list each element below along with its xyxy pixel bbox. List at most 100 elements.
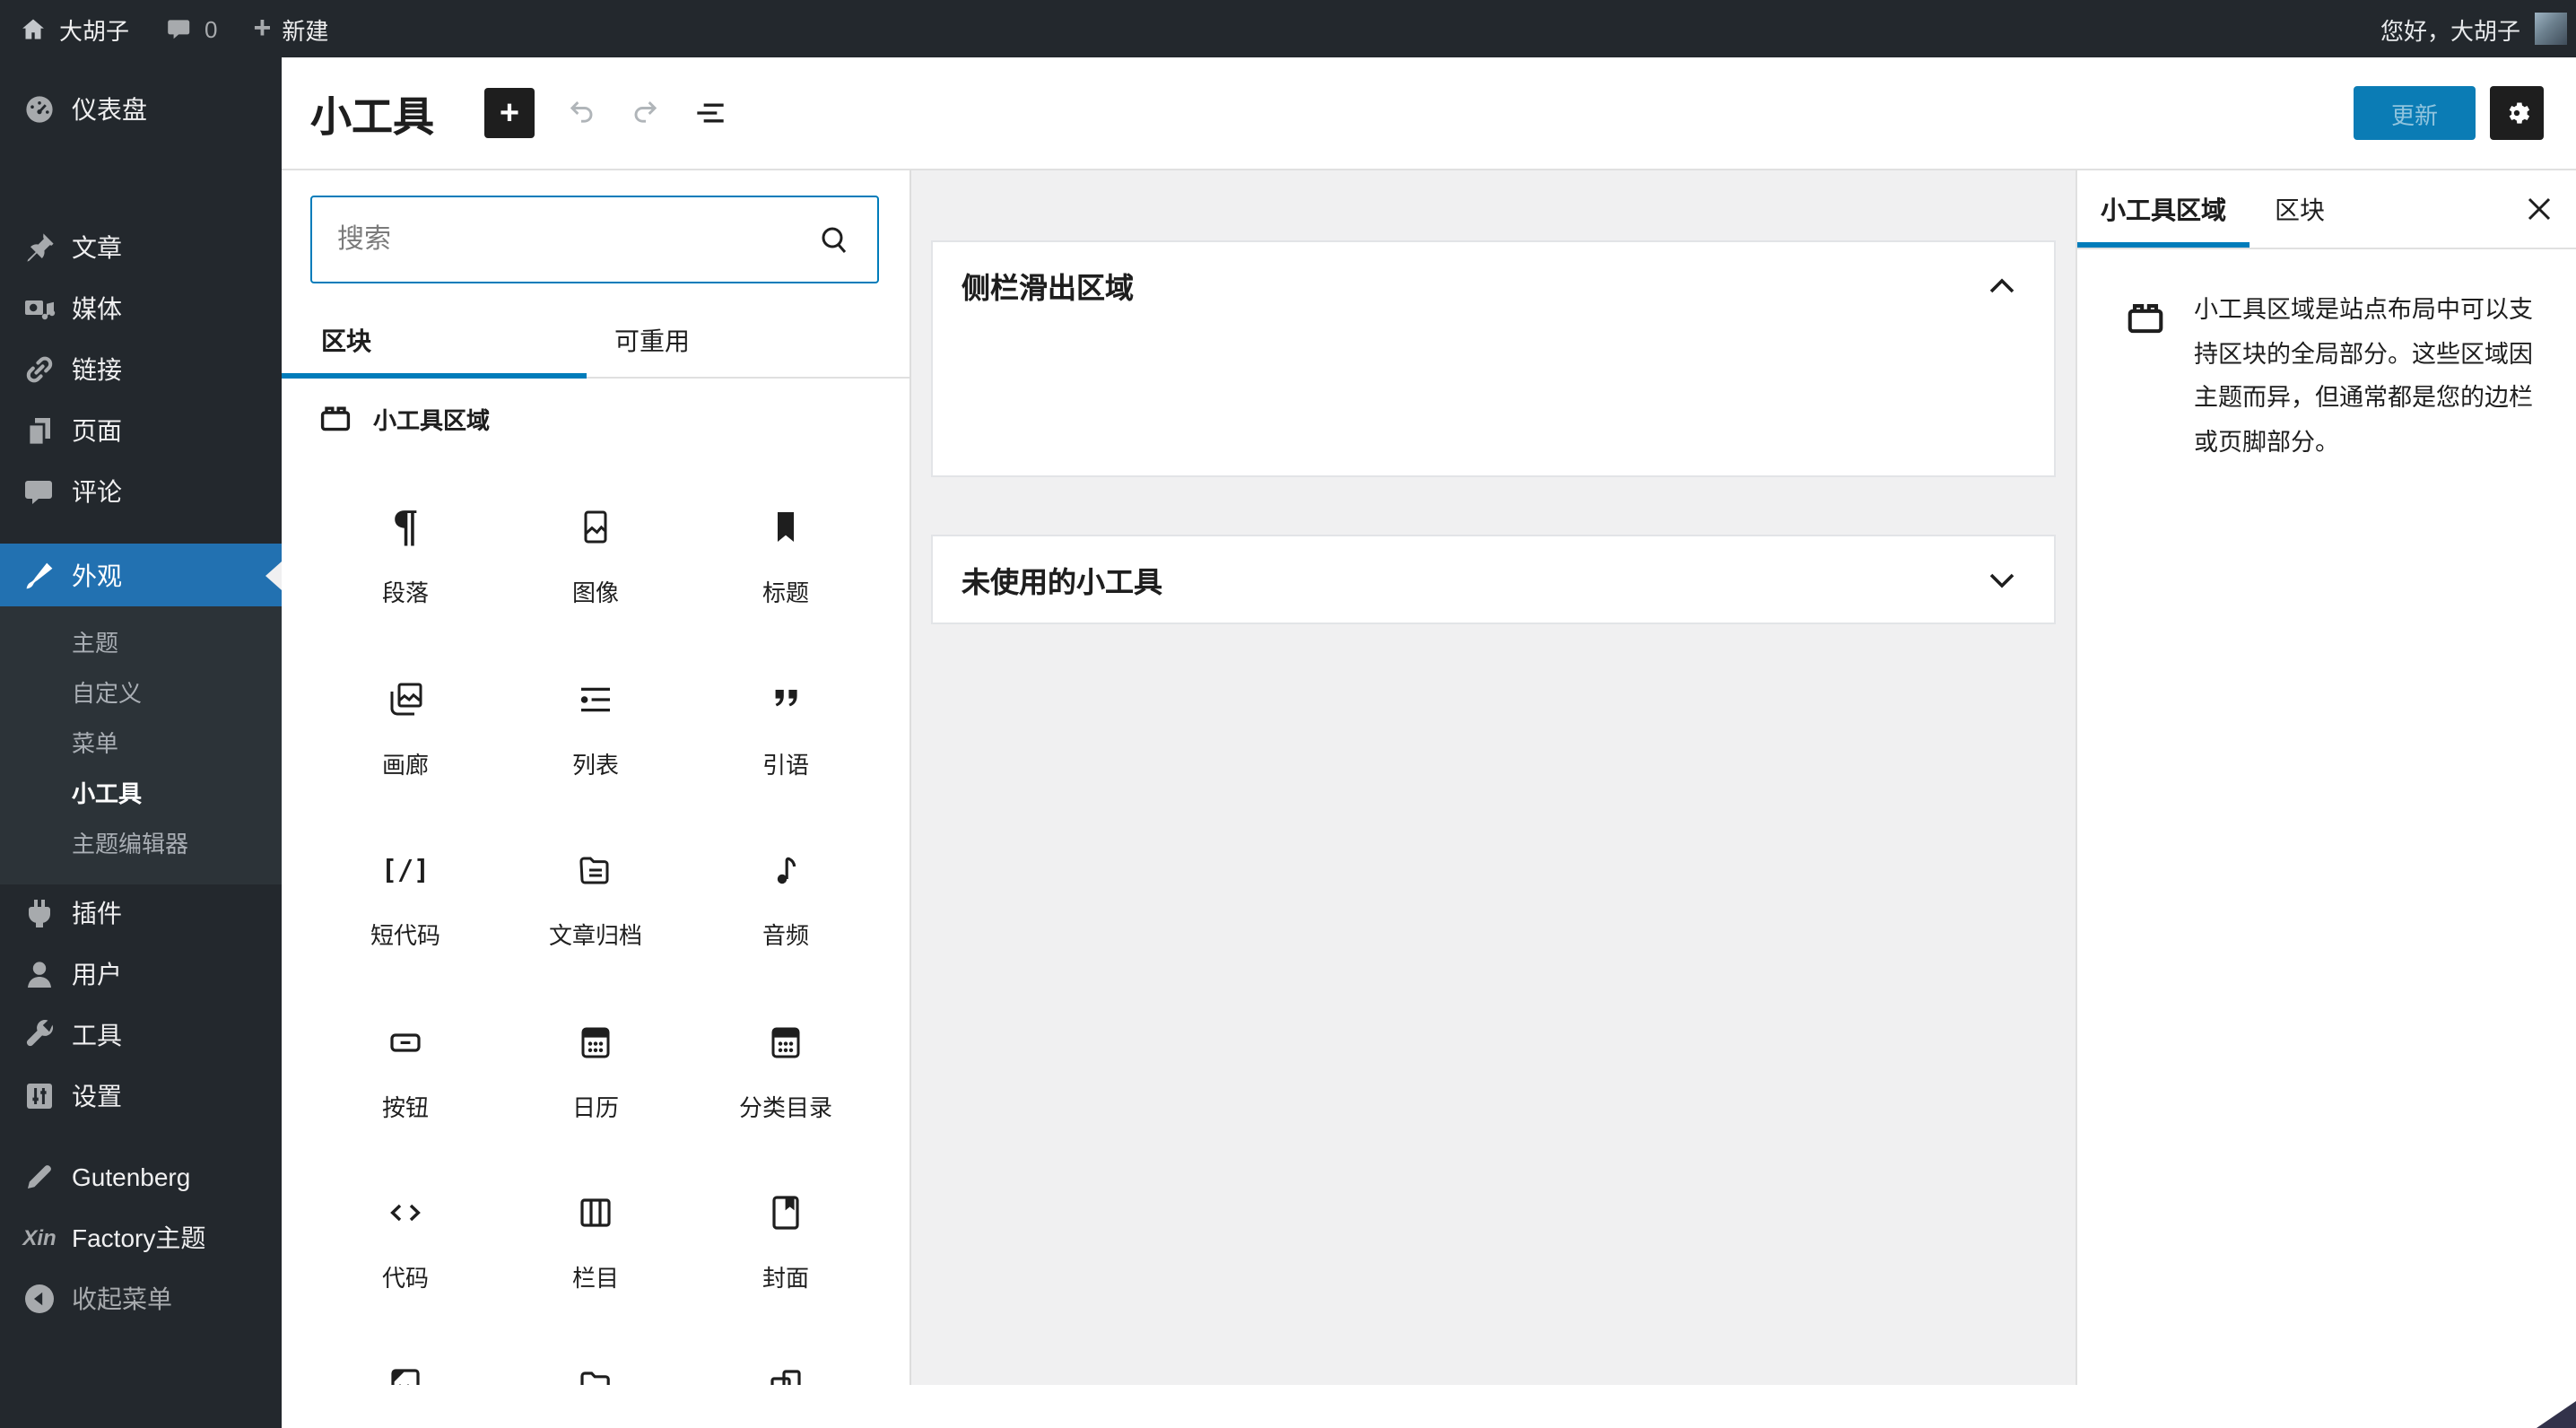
new-label: 新建 — [282, 17, 329, 44]
submenu-item-customize[interactable]: 自定义 — [0, 669, 282, 719]
panel-header[interactable]: 未使用的小工具 — [933, 536, 2054, 623]
sidebar-item-label: Gutenberg — [72, 1162, 191, 1191]
undo-icon — [570, 101, 593, 123]
sidebar-item-collapse-menu[interactable]: 收起菜单 — [0, 1268, 282, 1329]
submenu-item-menus[interactable]: 菜单 — [0, 719, 282, 770]
site-name: 大胡子 — [59, 17, 130, 44]
submenu-item-widgets[interactable]: 小工具 — [0, 770, 282, 820]
music-note-icon — [764, 849, 807, 892]
calendar-icon — [574, 1020, 617, 1063]
sidebar-item-label: 外观 — [72, 561, 122, 589]
block-item-button[interactable]: 按钮 — [310, 998, 500, 1170]
user-greeting[interactable]: 您好，大胡子 — [2380, 12, 2520, 46]
block-item-calendar[interactable]: 日历 — [500, 998, 691, 1170]
widgets-canvas: 侧栏滑出区域 未使用的小工具 — [909, 170, 2076, 1385]
tab-blocks[interactable]: 区块 — [282, 305, 586, 379]
block-item-heading[interactable]: 标题 — [691, 484, 881, 656]
block-item-paragraph[interactable]: ¶ 段落 — [310, 484, 500, 656]
media-icon — [22, 291, 57, 327]
pencil-icon — [22, 1159, 57, 1195]
update-button[interactable]: 更新 — [2354, 86, 2476, 140]
list-view-icon — [697, 103, 724, 123]
add-block-button[interactable]: + — [484, 88, 535, 138]
sidebar-item-settings[interactable]: 设置 — [0, 1066, 282, 1127]
block-item-shortcode[interactable]: [/] 短代码 — [310, 827, 500, 998]
quote-icon — [764, 677, 807, 720]
collapse-arrow-icon — [22, 1281, 57, 1317]
sidebar-item-gutenberg[interactable]: Gutenberg — [0, 1146, 282, 1207]
archives-folder-icon — [574, 849, 617, 892]
bookmark-icon — [764, 506, 807, 549]
appearance-brush-icon — [22, 557, 57, 593]
tab-block[interactable]: 区块 — [2250, 191, 2325, 227]
block-item-columns[interactable]: 栏目 — [500, 1170, 691, 1341]
tab-reusable[interactable]: 可重用 — [586, 305, 690, 377]
bottom-strip — [282, 1384, 2576, 1428]
close-sidebar-button[interactable] — [2524, 194, 2554, 224]
sidebar-item-plugins[interactable]: 插件 — [0, 883, 282, 944]
sliders-icon — [22, 1078, 57, 1114]
chevron-up-icon[interactable] — [1989, 277, 2015, 293]
search-input[interactable] — [312, 224, 816, 255]
sidebar-item-links[interactable]: 链接 — [0, 339, 282, 400]
archive-box-icon — [318, 400, 353, 436]
redo-button[interactable] — [621, 88, 671, 138]
archive-box-icon — [2124, 296, 2167, 465]
widget-area-panel-inactive: 未使用的小工具 — [931, 535, 2056, 624]
comment-count: 0 — [205, 15, 218, 42]
widget-area-description: 小工具区域是站点布局中可以支持区块的全局部分。这些区域因主题而异，但通常都是您的… — [2077, 249, 2576, 465]
submenu-item-themes[interactable]: 主题 — [0, 619, 282, 669]
block-item-archives[interactable]: 文章归档 — [500, 827, 691, 998]
xin-logo-icon: Xin — [22, 1225, 57, 1250]
active-tab-underline — [282, 372, 586, 379]
sidebar-item-users[interactable]: 用户 — [0, 944, 282, 1005]
avatar[interactable] — [2535, 13, 2567, 45]
sidebar-item-tools[interactable]: 工具 — [0, 1005, 282, 1066]
sidebar-item-posts[interactable]: 文章 — [0, 217, 282, 278]
comments-icon — [22, 474, 57, 509]
block-item-group[interactable] — [691, 1341, 881, 1385]
sidebar-item-comments[interactable]: 评论 — [0, 461, 282, 522]
sidebar-item-pages[interactable]: 页面 — [0, 400, 282, 461]
undo-button[interactable] — [556, 88, 606, 138]
settings-sidebar: 小工具区域 区块 小工具区域是站点布局中可以支持区块的全局部分。这些区域因主题而… — [2076, 170, 2576, 1385]
button-icon — [384, 1020, 427, 1063]
block-item-custom-html[interactable] — [310, 1341, 500, 1385]
block-item-file[interactable] — [500, 1341, 691, 1385]
sidebar-item-label: 文章 — [72, 233, 122, 262]
list-view-button[interactable] — [685, 88, 735, 138]
block-item-audio[interactable]: 音频 — [691, 827, 881, 998]
new-content-menu[interactable]: + 新建 — [236, 0, 347, 57]
shortcode-icon: [/] — [380, 854, 431, 886]
sidebar-item-label: 工具 — [72, 1021, 122, 1049]
sidebar-item-label: 评论 — [72, 477, 122, 506]
sidebar-item-factory-theme[interactable]: Xin Factory主题 — [0, 1207, 282, 1268]
sidebar-item-media[interactable]: 媒体 — [0, 278, 282, 339]
block-item-categories[interactable]: 分类目录 — [691, 998, 881, 1170]
panel-header[interactable]: 侧栏滑出区域 — [933, 242, 2054, 328]
block-item-code[interactable]: 代码 — [310, 1170, 500, 1341]
submenu-item-theme-editor[interactable]: 主题编辑器 — [0, 820, 282, 870]
sidebar-item-label: Factory主题 — [72, 1223, 206, 1252]
plugin-icon — [22, 895, 57, 931]
sidebar-item-appearance[interactable]: 外观 — [0, 544, 282, 606]
chevron-down-icon[interactable] — [1989, 571, 2015, 588]
sidebar-item-label: 链接 — [72, 355, 122, 384]
comments-menu[interactable]: 0 — [147, 0, 235, 57]
sidebar-item-dashboard[interactable]: 仪表盘 — [0, 79, 282, 140]
block-item-quote[interactable]: 引语 — [691, 656, 881, 827]
block-item-cover[interactable]: 封面 — [691, 1170, 881, 1341]
admin-top-bar: 大胡子 0 + 新建 您好，大胡子 — [0, 0, 2576, 57]
block-item-image[interactable]: 图像 — [500, 484, 691, 656]
block-item-list[interactable]: 列表 — [500, 656, 691, 827]
cover-icon — [764, 1191, 807, 1234]
tab-widget-area[interactable]: 小工具区域 — [2077, 191, 2250, 248]
block-item-gallery[interactable]: 画廊 — [310, 656, 500, 827]
dashboard-icon — [22, 91, 57, 127]
sidebar-item-label: 用户 — [72, 960, 122, 988]
site-menu[interactable]: 大胡子 — [0, 0, 147, 57]
wordpress-widgets-editor: 大胡子 0 + 新建 您好，大胡子 仪表盘 文章 媒体 链接 页面 评论 外观 … — [0, 0, 2576, 1428]
sidebar-item-label: 插件 — [72, 899, 122, 927]
home-icon — [18, 13, 48, 44]
settings-gear-button[interactable] — [2490, 86, 2544, 140]
